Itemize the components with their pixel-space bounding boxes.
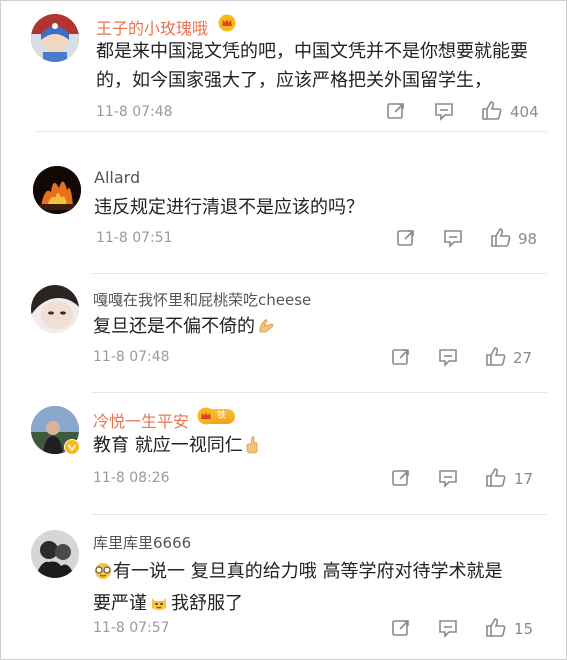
username[interactable]: Allard (94, 168, 140, 187)
comment-text: 教育 就应一视同仁 (93, 435, 243, 456)
comment-time: 11-8 07:48 (93, 349, 170, 365)
thumbs-up-icon[interactable] (490, 227, 512, 252)
comment-icon[interactable] (434, 102, 454, 125)
comment-text-wrapper: 教育 就应一视同仁 (93, 431, 259, 460)
comment-icon[interactable] (438, 619, 458, 642)
comment-text-part: 有一说一 复旦真的给力哦 高等学府对待学术就是 (113, 561, 503, 582)
crown-icon (197, 407, 215, 429)
thumbs-up-icon[interactable] (485, 467, 507, 492)
avatar[interactable] (31, 285, 79, 333)
repost-icon[interactable] (391, 618, 411, 642)
repost-icon[interactable] (391, 468, 411, 492)
comment-icon[interactable] (438, 469, 458, 492)
like-count: 27 (513, 349, 533, 367)
username[interactable]: 王子的小玫瑰哦 (96, 15, 208, 39)
like-count: 15 (514, 620, 534, 638)
comment-item: 冷悦一生平安 铁粉 教育 就应一视同仁 11-8 08:26 17 (0, 398, 567, 513)
comment-text-wrapper: 复旦还是不偏不倚的 (93, 312, 275, 341)
divider (92, 392, 547, 393)
thumbs-up-emoji-icon (245, 435, 259, 458)
repost-icon[interactable] (391, 347, 411, 371)
thumbs-up-icon[interactable] (485, 346, 507, 371)
divider (92, 273, 547, 274)
thumbs-up-icon[interactable] (485, 617, 507, 642)
comment-text: 复旦还是不偏不倚的 (93, 316, 255, 337)
praying-hands-emoji-icon (257, 317, 275, 339)
username[interactable]: 嘎嘎在我怀里和屁桃荣吃cheese (93, 289, 311, 310)
thumbs-up-icon[interactable] (481, 100, 503, 125)
comment-item: Allard 违反规定进行清退不是应该的吗？ 11-8 07:51 98 (0, 156, 567, 256)
comment-time: 11-8 07:48 (96, 104, 173, 120)
comment-time: 11-8 07:51 (96, 230, 173, 246)
fan-badge: 铁粉 (197, 407, 235, 436)
repost-icon[interactable] (396, 228, 416, 252)
divider (36, 131, 547, 132)
comment-item: 嘎嘎在我怀里和屁桃荣吃cheese 复旦还是不偏不倚的 11-8 07:48 2… (0, 280, 567, 395)
like-count: 17 (514, 470, 534, 488)
repost-icon[interactable] (386, 101, 406, 125)
crown-icon (218, 14, 236, 36)
avatar[interactable] (31, 530, 79, 578)
avatar[interactable] (33, 166, 81, 214)
comment-item: 库里库里6666 有一说一 复旦真的给力哦 高等学府对待学术就是 要严谨 我舒服… (0, 520, 567, 660)
comment-item: 王子的小玫瑰哦 都是来中国混文凭的吧，中国文凭并不是你想要就能要的，如今国家强大… (0, 0, 567, 130)
cat-emoji-icon (149, 592, 169, 621)
avatar[interactable] (31, 14, 79, 62)
username[interactable]: 库里库里6666 (93, 532, 191, 553)
like-count: 98 (518, 230, 538, 248)
like-count: 404 (510, 103, 539, 121)
username[interactable]: 冷悦一生平安 (93, 408, 189, 432)
comment-icon[interactable] (438, 348, 458, 371)
comment-text: 违反规定进行清退不是应该的吗？ (94, 197, 364, 218)
comment-icon[interactable] (443, 229, 463, 252)
comment-text-part: 我舒服了 (171, 593, 243, 614)
comment-text: 都是来中国混文凭的吧，中国文凭并不是你想要就能要的，如今国家强大了，应该严格把关… (96, 41, 528, 91)
divider (92, 514, 547, 515)
comment-time: 11-8 08:26 (93, 470, 170, 486)
nerd-face-emoji-icon (93, 560, 113, 589)
comment-time: 11-8 07:57 (93, 620, 170, 636)
comment-text-part: 要严谨 (93, 593, 147, 614)
verified-badge-icon (64, 439, 80, 459)
comment-text-wrapper: 有一说一 复旦真的给力哦 高等学府对待学术就是 要严谨 我舒服了 (93, 557, 533, 621)
